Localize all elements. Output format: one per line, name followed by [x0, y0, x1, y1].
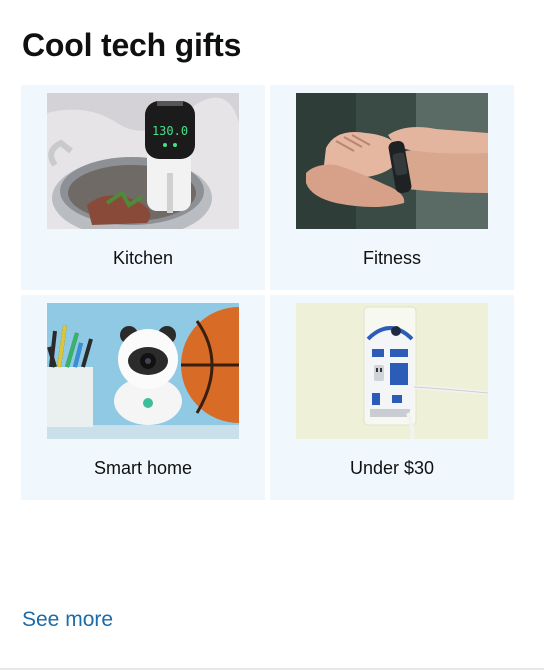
category-tile-under-30[interactable]: Under $30: [270, 295, 514, 500]
sous-vide-readout: 130.0: [152, 124, 188, 138]
category-label[interactable]: Smart home: [21, 458, 265, 479]
category-tile-smart-home[interactable]: Smart home: [21, 295, 265, 500]
category-tile-fitness[interactable]: Fitness: [270, 85, 514, 290]
category-tile-kitchen[interactable]: 130.0 Kitchen: [21, 85, 265, 290]
gift-category-card: Cool tech gifts 130.0 Kitchen Fitness Sm…: [0, 0, 544, 670]
smart-home-image[interactable]: [47, 303, 239, 439]
category-label[interactable]: Fitness: [270, 248, 514, 269]
fitness-image[interactable]: [296, 93, 488, 229]
under-30-image[interactable]: [296, 303, 488, 439]
category-label[interactable]: Kitchen: [21, 248, 265, 269]
category-label[interactable]: Under $30: [270, 458, 514, 479]
see-more-link[interactable]: See more: [22, 608, 113, 632]
kitchen-image[interactable]: 130.0: [47, 93, 239, 229]
card-title: Cool tech gifts: [22, 27, 242, 63]
category-grid: 130.0 Kitchen Fitness Smart home Under $…: [21, 85, 514, 500]
